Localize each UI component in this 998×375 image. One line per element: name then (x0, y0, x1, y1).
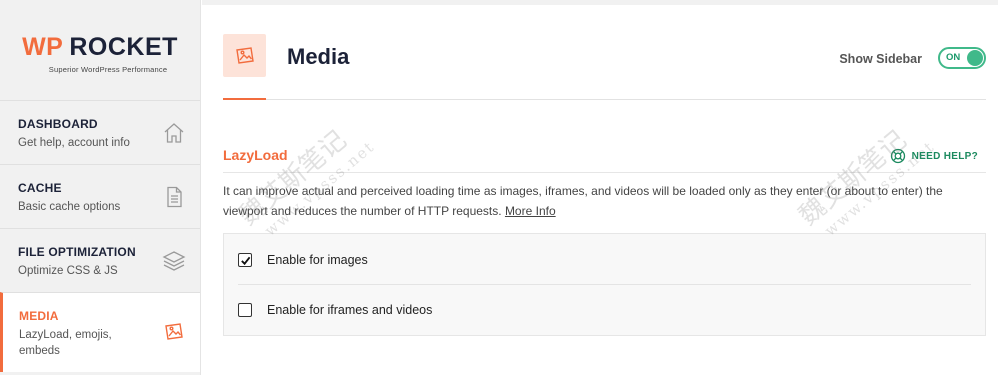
top-strip (202, 0, 998, 5)
sidebar-item-desc: Optimize CSS & JS (18, 265, 118, 277)
option-label: Enable for iframes and videos (267, 303, 433, 317)
sidebar-item-title: FILE OPTIMIZATION (18, 245, 136, 259)
sidebar-item-file-optimization[interactable]: FILE OPTIMIZATION Optimize CSS & JS (0, 228, 200, 292)
section-description: It can improve actual and perceived load… (223, 181, 988, 221)
images-checkbox[interactable] (238, 253, 252, 267)
checkmark-icon (240, 256, 250, 265)
main-content: Media Show Sidebar ON LazyLoad NEED HELP… (202, 0, 998, 375)
description-text: It can improve actual and perceived load… (223, 184, 943, 218)
sidebar-item-desc: Basic cache options (18, 201, 121, 213)
sidebar-item-title: MEDIA (19, 309, 59, 323)
sidebar-item-title: DASHBOARD (18, 117, 98, 131)
page-header: Media Show Sidebar ON (223, 34, 986, 100)
option-label: Enable for images (267, 253, 368, 267)
logo-tagline: Superior WordPress Performance (48, 64, 168, 74)
option-divider (238, 284, 971, 285)
document-icon (167, 186, 182, 208)
sidebar: WP ROCKET Superior WordPress Performance… (0, 0, 201, 375)
option-row[interactable]: Enable for images (238, 250, 368, 270)
need-help-label: NEED HELP? (911, 150, 978, 162)
logo-rocket: ROCKET (69, 32, 178, 61)
need-help-button[interactable]: NEED HELP? (890, 148, 978, 164)
image-icon (235, 46, 254, 64)
image-icon (165, 323, 183, 340)
more-info-link[interactable]: More Info (505, 204, 556, 218)
page-title: Media (287, 44, 350, 69)
logo-wordmark: WP ROCKET (22, 33, 178, 62)
toggle-knob (967, 50, 983, 66)
sidebar-item-title: CACHE (18, 181, 62, 195)
option-row[interactable]: Enable for iframes and videos (238, 300, 432, 320)
wp-rocket-logo[interactable]: WP ROCKET Superior WordPress Performance (0, 0, 200, 100)
sidebar-item-dashboard[interactable]: DASHBOARD Get help, account info (0, 100, 200, 164)
logo-wp: WP (22, 32, 64, 61)
sidebar-item-cache[interactable]: CACHE Basic cache options (0, 164, 200, 228)
show-sidebar-label: Show Sidebar (839, 52, 922, 66)
iframes-checkbox[interactable] (238, 303, 252, 317)
toggle-state-label: ON (946, 52, 961, 63)
sidebar-item-desc: LazyLoad, emojis, embeds (19, 329, 112, 357)
section-title: LazyLoad (223, 147, 288, 163)
section-divider (223, 172, 986, 173)
lifebuoy-icon (890, 148, 905, 164)
show-sidebar-toggle[interactable]: ON (938, 47, 986, 69)
active-underline (223, 98, 266, 100)
home-icon (164, 123, 184, 143)
lazyload-options: Enable for images Enable for iframes and… (223, 233, 986, 336)
layers-icon (162, 251, 186, 271)
media-page-icon (223, 34, 266, 77)
sidebar-item-media[interactable]: MEDIA LazyLoad, emojis, embeds (0, 292, 200, 372)
sidebar-item-desc: Get help, account info (18, 137, 130, 149)
